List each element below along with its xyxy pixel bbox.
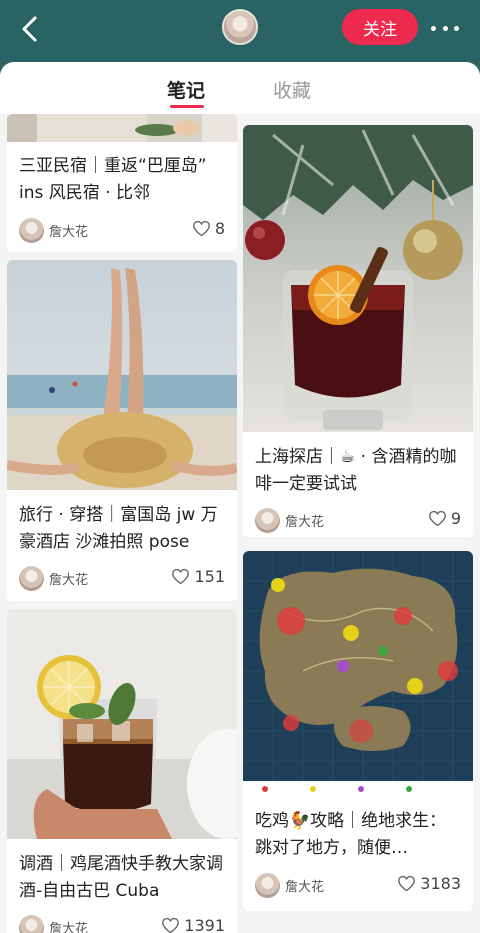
note-image xyxy=(7,260,237,490)
tab-bar: 笔记 收藏 xyxy=(0,62,480,114)
like-button[interactable]: 9 xyxy=(428,509,461,528)
like-count: 9 xyxy=(450,509,461,528)
note-title: 调酒｜鸡尾酒快手教大家调酒-自由古巴 Cuba xyxy=(19,854,223,901)
note-title: 上海探店｜☕ · 含酒精的咖啡一定要试试 xyxy=(255,447,457,494)
note-card[interactable]: 上海探店｜☕ · 含酒精的咖啡一定要试试 詹大花 9 xyxy=(243,125,473,537)
note-title: 旅行 · 穿搭｜富国岛 jw 万豪酒店 沙滩拍照 pose xyxy=(19,505,218,552)
note-card[interactable]: 调酒｜鸡尾酒快手教大家调酒-自由古巴 Cuba 詹大花 1391 xyxy=(7,609,237,933)
author-name: 詹大花 xyxy=(285,515,325,530)
note-meta: 詹大花 1391 xyxy=(19,915,227,933)
note-image xyxy=(243,551,473,796)
heart-icon xyxy=(428,510,446,527)
like-count: 1391 xyxy=(184,916,225,933)
more-options-icon[interactable] xyxy=(428,14,462,42)
heart-icon xyxy=(162,917,180,933)
note-meta: 詹大花 8 xyxy=(19,218,227,244)
note-image xyxy=(243,125,473,432)
like-button[interactable]: 151 xyxy=(171,567,225,586)
note-card[interactable]: 三亚民宿｜重返“巴厘岛” ins 风民宿 · 比邻 詹大花 8 xyxy=(7,114,237,252)
follow-button[interactable]: 关注 xyxy=(342,9,418,45)
author-avatar xyxy=(19,566,44,591)
like-button[interactable]: 1391 xyxy=(161,916,225,933)
note-meta: 詹大花 151 xyxy=(19,566,227,592)
like-count: 8 xyxy=(214,219,225,238)
note-meta: 詹大花 3183 xyxy=(255,873,463,899)
tab-favorites[interactable]: 收藏 xyxy=(273,76,311,103)
heart-icon xyxy=(398,875,416,892)
note-card[interactable]: 吃鸡🐓攻略｜绝地求生：跳对了地方，随便… 詹大花 3183 xyxy=(243,551,473,911)
like-count: 3183 xyxy=(420,874,461,893)
back-arrow-icon[interactable] xyxy=(14,12,48,46)
note-image xyxy=(7,609,237,839)
heart-icon xyxy=(172,568,190,585)
author-name: 詹大花 xyxy=(49,573,89,588)
note-meta: 詹大花 9 xyxy=(255,508,463,534)
like-count: 151 xyxy=(194,567,225,586)
author-avatar xyxy=(255,508,280,533)
note-title: 吃鸡🐓攻略｜绝地求生：跳对了地方，随便… xyxy=(255,811,447,858)
heart-icon xyxy=(192,220,210,237)
content-sheet: 笔记 收藏 三亚民宿｜重返“巴厘岛” ins 风民宿 · 比邻 詹大花 8 上海… xyxy=(0,62,480,933)
note-title: 三亚民宿｜重返“巴厘岛” ins 风民宿 · 比邻 xyxy=(19,156,207,203)
author-avatar xyxy=(19,915,44,933)
like-button[interactable]: 8 xyxy=(192,219,225,238)
author-name: 詹大花 xyxy=(285,880,325,895)
profile-avatar[interactable] xyxy=(222,9,258,45)
top-bar: 关注 xyxy=(0,0,480,62)
note-card[interactable]: 旅行 · 穿搭｜富国岛 jw 万豪酒店 沙滩拍照 pose 詹大花 151 xyxy=(7,260,237,601)
author-avatar xyxy=(19,218,44,243)
tab-notes[interactable]: 笔记 xyxy=(167,76,205,103)
note-image xyxy=(7,114,237,142)
like-button[interactable]: 3183 xyxy=(397,874,461,893)
author-avatar xyxy=(255,873,280,898)
author-name: 詹大花 xyxy=(49,225,89,240)
active-tab-indicator xyxy=(170,105,204,108)
author-name: 詹大花 xyxy=(49,922,89,933)
